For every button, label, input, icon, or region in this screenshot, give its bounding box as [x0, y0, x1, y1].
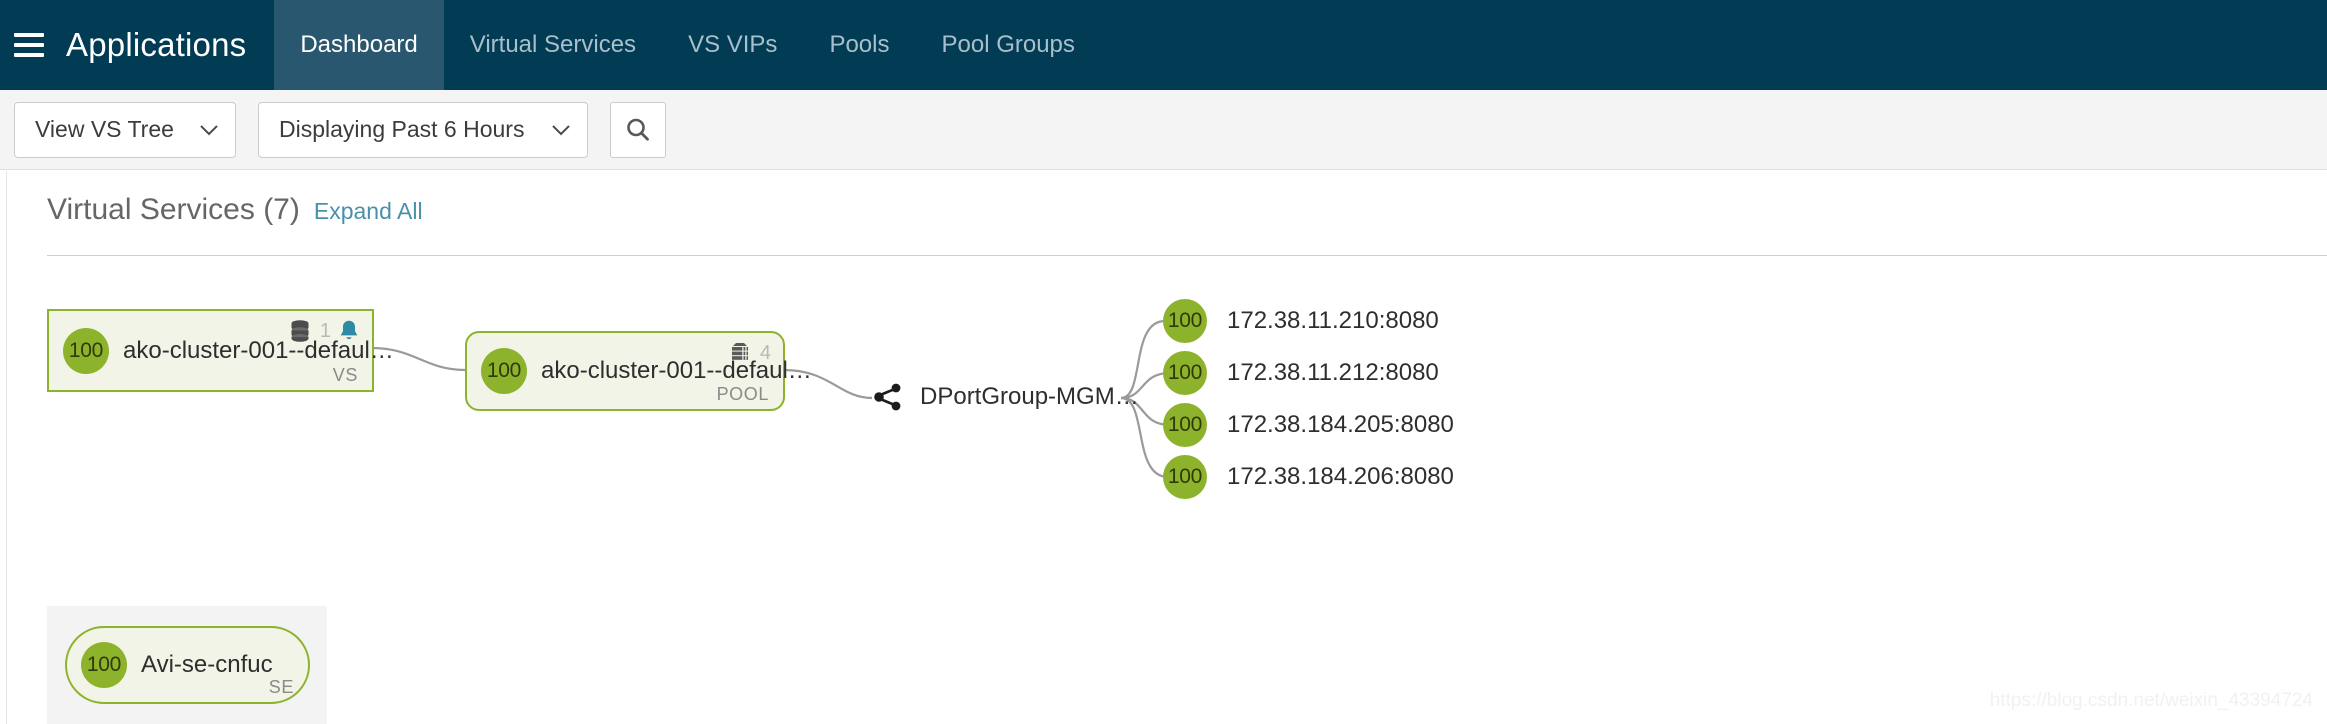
- search-button[interactable]: [610, 101, 666, 158]
- portgroup-node[interactable]: DPortGroup-MGM…: [872, 381, 1139, 413]
- server-leaf-2[interactable]: 100 172.38.11.212:8080: [1163, 351, 1439, 395]
- vs-node[interactable]: 1 100 ako-cluster-001--defaul… VS: [47, 309, 394, 392]
- app-root: Applications Dashboard Virtual Services …: [0, 0, 2327, 724]
- vs-node-health-badge: 100: [63, 327, 109, 374]
- server-address: 172.38.11.210:8080: [1227, 307, 1439, 334]
- share-network-icon: [874, 383, 901, 411]
- tab-pool-groups-label: Pool Groups: [941, 31, 1075, 58]
- tab-pools[interactable]: Pools: [803, 0, 915, 90]
- app-title: Applications: [66, 26, 247, 63]
- time-range-select[interactable]: Displaying Past 6 Hours: [258, 101, 588, 158]
- chevron-down-icon: [200, 124, 218, 135]
- header-divider: [47, 255, 2327, 256]
- watermark-text: https://blog.csdn.net/weixin_43394724: [1989, 690, 2313, 711]
- chevron-down-icon: [552, 124, 570, 135]
- pool-node-type-label: POOL: [716, 384, 769, 404]
- pool-node-name: ako-cluster-001--defaul…: [541, 357, 812, 384]
- server-health-badge: 100: [1163, 351, 1207, 395]
- tab-vs-vips-label: VS VIPs: [688, 31, 778, 58]
- server-leaf-1[interactable]: 100 172.38.11.210:8080: [1163, 299, 1439, 343]
- server-leaf-4[interactable]: 100 172.38.184.206:8080: [1163, 455, 1454, 499]
- tab-virtual-services-label: Virtual Services: [469, 31, 637, 58]
- server-health-badge: 100: [1163, 299, 1207, 343]
- tab-dashboard[interactable]: Dashboard: [274, 0, 444, 90]
- server-health-badge: 100: [1163, 455, 1207, 499]
- server-health-badge: 100: [1163, 403, 1207, 447]
- server-address: 172.38.11.212:8080: [1227, 359, 1439, 386]
- search-icon: [627, 118, 649, 141]
- pool-node[interactable]: 4 100 ako-cluster-001--defaul… POOL: [465, 331, 812, 411]
- tab-dashboard-label: Dashboard: [300, 31, 418, 58]
- nav-tabs: Dashboard Virtual Services VS VIPs Pools…: [274, 0, 1101, 90]
- tab-virtual-services[interactable]: Virtual Services: [444, 0, 662, 90]
- page-title: Virtual Services (7): [47, 193, 300, 226]
- se-node-type-label: SE: [268, 677, 294, 697]
- tab-pools-label: Pools: [829, 31, 890, 58]
- vs-node-name: ako-cluster-001--defaul…: [123, 336, 394, 364]
- pool-node-health-badge: 100: [481, 348, 527, 394]
- expand-all-link[interactable]: Expand All: [314, 198, 423, 225]
- panel-header: Virtual Services (7) Expand All: [0, 171, 2327, 261]
- hamburger-icon[interactable]: [14, 33, 44, 57]
- view-mode-select[interactable]: View VS Tree: [14, 101, 236, 158]
- top-navigation-bar: Applications Dashboard Virtual Services …: [0, 0, 2327, 90]
- server-leaf-3[interactable]: 100 172.38.184.205:8080: [1163, 403, 1454, 447]
- server-address: 172.38.184.206:8080: [1227, 463, 1454, 490]
- filter-toolbar: View VS Tree Displaying Past 6 Hours: [0, 90, 2327, 170]
- se-node[interactable]: 100 Avi-se-cnfuc SE: [65, 626, 310, 704]
- vs-tree-canvas: 1 100 ako-cluster-001--defaul… VS 4 100 …: [0, 261, 2327, 724]
- vs-node-type-label: VS: [332, 365, 358, 385]
- time-range-select-value: Displaying Past 6 Hours: [279, 116, 525, 142]
- brand-area: Applications: [0, 0, 274, 90]
- portgroup-node-name: DPortGroup-MGM…: [920, 383, 1139, 410]
- tab-vs-vips[interactable]: VS VIPs: [662, 0, 803, 90]
- tab-pool-groups[interactable]: Pool Groups: [915, 0, 1100, 90]
- se-node-name: Avi-se-cnfuc: [141, 651, 273, 678]
- view-mode-select-value: View VS Tree: [35, 116, 174, 142]
- server-address: 172.38.184.205:8080: [1227, 411, 1454, 438]
- se-node-health-badge: 100: [81, 642, 127, 688]
